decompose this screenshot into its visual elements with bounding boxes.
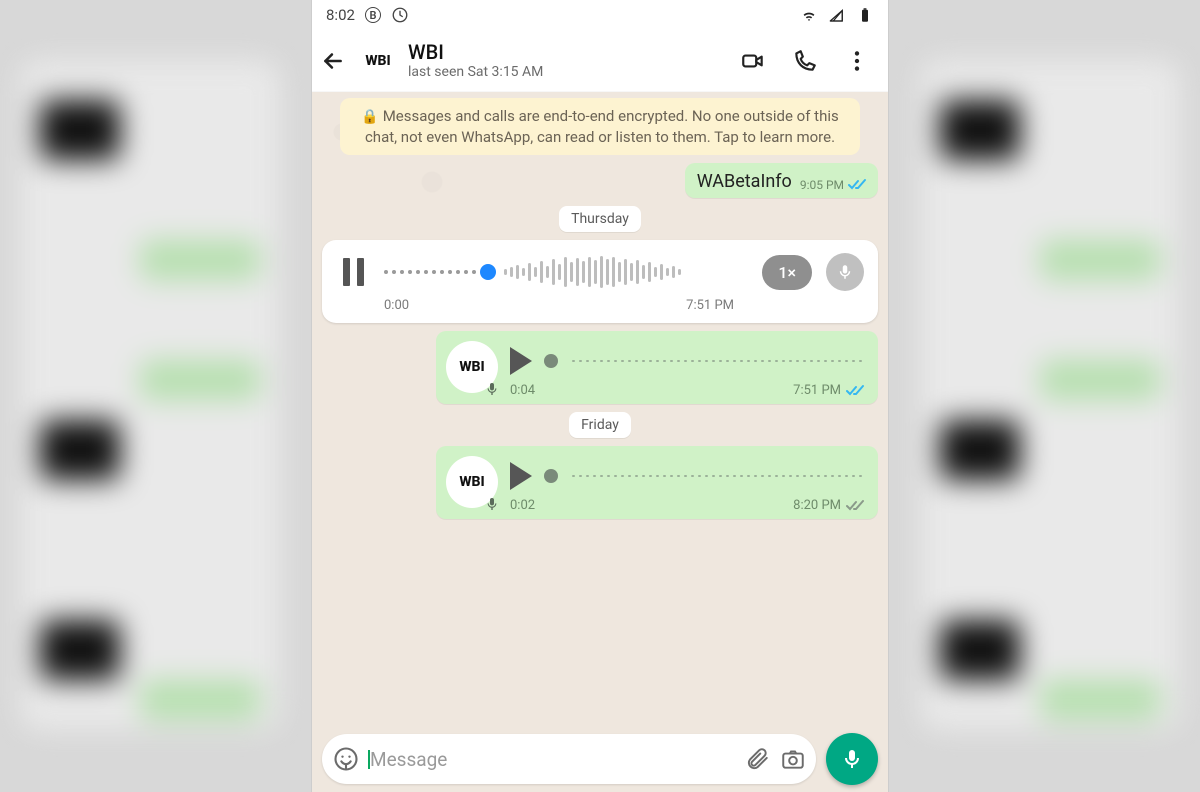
encryption-text: Messages and calls are end-to-end encryp… — [365, 107, 839, 146]
voice-sender-mic-icon — [826, 253, 864, 291]
contact-avatar[interactable]: WBI — [358, 41, 398, 81]
avatar-text: WBI — [365, 53, 390, 69]
chat-scroll-area[interactable]: 🔒Messages and calls are end-to-end encry… — [312, 92, 888, 730]
attach-icon[interactable] — [744, 746, 770, 772]
status-bar: 8:02 B — [312, 0, 888, 30]
message-input-placeholder: Message — [370, 748, 734, 771]
mic-badge-icon — [484, 496, 500, 512]
status-time: 8:02 — [326, 6, 355, 24]
lock-icon: 🔒 — [361, 109, 378, 125]
message-outgoing-text[interactable]: WABetaInfo 9:05 PM — [685, 163, 878, 198]
pause-button[interactable] — [336, 258, 370, 286]
battery-icon — [856, 6, 874, 24]
voice-time: 7:51 PM — [793, 383, 841, 398]
encryption-notice[interactable]: 🔒Messages and calls are end-to-end encry… — [340, 98, 860, 155]
message-input-bar: Message — [312, 730, 888, 792]
voice-message-player: 1× 0:00 7:51 PM — [322, 240, 878, 323]
voice-avatar: WBI — [446, 341, 498, 393]
whatsapp-status-icon — [391, 6, 409, 24]
voice-duration: 0:04 — [510, 383, 535, 398]
signal-icon — [828, 6, 846, 24]
read-ticks-icon — [846, 384, 866, 398]
contact-name: WBI — [408, 41, 730, 63]
message-outgoing-voice[interactable]: WBI 0:02 8:20 PM — [436, 446, 878, 519]
phone-frame: 8:02 B WBI WBI last seen Sat 3:15 AM — [312, 0, 888, 792]
play-button[interactable] — [510, 462, 532, 490]
voice-end-time: 7:51 PM — [686, 298, 734, 313]
playback-speed-button[interactable]: 1× — [762, 255, 812, 290]
voice-call-icon[interactable] — [792, 48, 818, 74]
play-button[interactable] — [510, 347, 532, 375]
date-separator: Thursday — [559, 206, 641, 232]
message-body: WABetaInfo — [697, 171, 792, 192]
text-cursor — [368, 750, 370, 769]
message-outgoing-voice[interactable]: WBI 0:04 7:51 PM — [436, 331, 878, 404]
voice-seek-thumb[interactable] — [544, 354, 558, 368]
back-button[interactable] — [318, 48, 348, 74]
chat-header: WBI WBI last seen Sat 3:15 AM — [312, 30, 888, 92]
wifi-icon — [800, 6, 818, 24]
voice-track[interactable] — [570, 360, 866, 362]
voice-time: 8:20 PM — [793, 498, 841, 513]
contact-title-block[interactable]: WBI last seen Sat 3:15 AM — [408, 41, 730, 80]
background-blur-right — [920, 60, 1180, 730]
read-ticks-icon — [848, 178, 868, 192]
seek-thumb[interactable] — [480, 264, 496, 280]
voice-duration: 0:02 — [510, 498, 535, 513]
contact-last-seen: last seen Sat 3:15 AM — [408, 65, 730, 80]
sticker-emoji-icon[interactable] — [332, 745, 360, 773]
voice-seek-track[interactable] — [384, 252, 748, 292]
voice-elapsed: 0:00 — [384, 298, 409, 313]
mic-badge-icon — [484, 381, 500, 397]
waveform-icon — [504, 256, 681, 288]
camera-icon[interactable] — [780, 746, 806, 772]
status-b-icon: B — [365, 7, 381, 23]
message-time: 9:05 PM — [800, 178, 844, 192]
delivered-ticks-icon — [846, 499, 866, 513]
voice-seek-thumb[interactable] — [544, 469, 558, 483]
video-call-icon[interactable] — [740, 48, 766, 74]
more-menu-icon[interactable] — [844, 48, 870, 74]
background-blur-left — [20, 60, 280, 730]
voice-avatar: WBI — [446, 456, 498, 508]
record-voice-button[interactable] — [826, 733, 878, 785]
message-input[interactable]: Message — [322, 734, 816, 784]
voice-track[interactable] — [570, 475, 866, 477]
arrow-left-icon — [320, 48, 346, 74]
mic-icon — [840, 747, 864, 771]
date-separator: Friday — [569, 412, 631, 438]
